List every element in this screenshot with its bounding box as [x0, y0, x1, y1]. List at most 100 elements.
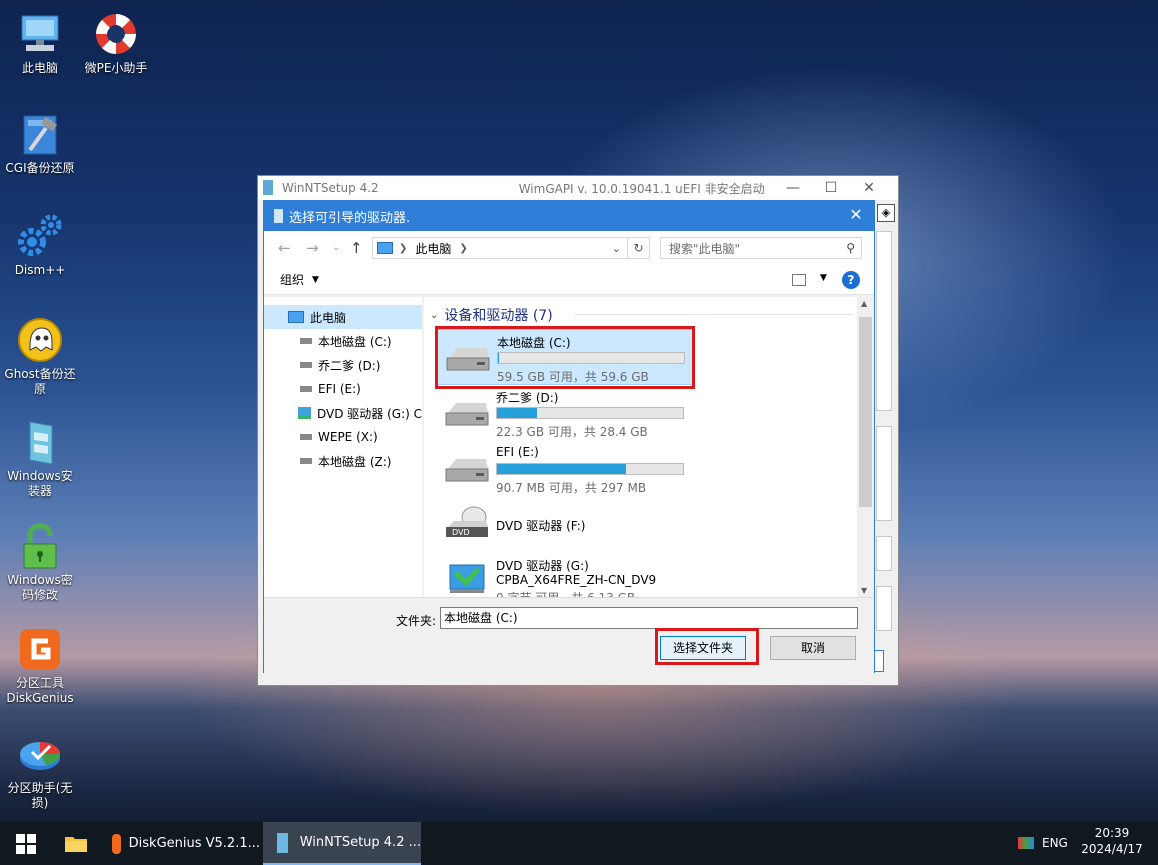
drive-icon: [300, 338, 312, 344]
drive-space-info: 22.3 GB 可用，共 28.4 GB: [496, 425, 648, 439]
desktop-icon-label: Ghost备份还原: [4, 367, 76, 396]
tree-item-drive-e[interactable]: EFI (E:): [264, 377, 422, 401]
breadcrumb-this-pc[interactable]: 此电脑: [415, 240, 451, 257]
maximize-button[interactable]: ☐: [812, 178, 850, 198]
folder-input[interactable]: 本地磁盘 (C:): [440, 607, 858, 629]
search-input[interactable]: 搜索"此电脑" ⚲: [660, 237, 862, 259]
side-panel: [876, 536, 892, 571]
view-dropdown-icon[interactable]: ▼: [820, 273, 827, 283]
task-label: WinNTSetup 4.2 ...: [299, 835, 421, 850]
drive-icon: [300, 434, 312, 440]
tree-item-label: EFI (E:): [318, 382, 361, 396]
file-explorer-button[interactable]: [52, 822, 100, 865]
scroll-down-icon[interactable]: ▼: [861, 586, 867, 595]
drive-item-c[interactable]: 本地磁盘 (C:) 59.5 GB 可用，共 59.6 GB: [436, 329, 694, 385]
minimize-button[interactable]: —: [774, 178, 812, 198]
collapse-chevron-icon: ⌄: [430, 309, 439, 321]
desktop-icon-password[interactable]: Windows密码修改: [2, 522, 78, 603]
refresh-icon[interactable]: ↻: [627, 238, 649, 258]
language-indicator[interactable]: ENG: [1042, 836, 1068, 850]
close-button[interactable]: ✕: [850, 178, 888, 198]
side-panel: [876, 586, 892, 631]
clock[interactable]: 20:39 2024/4/17: [1076, 826, 1148, 856]
group-divider: [574, 314, 854, 315]
tree-item-drive-z[interactable]: 本地磁盘 (Z:): [264, 449, 422, 473]
tree-item-drive-x[interactable]: WEPE (X:): [264, 425, 422, 449]
up-arrow-icon[interactable]: ↑: [350, 239, 363, 257]
hard-drive-icon: [445, 403, 489, 426]
dialog-titlebar: 选择可引导的驱动器.: [264, 201, 874, 231]
organize-dropdown-icon[interactable]: ▼: [312, 275, 319, 285]
drive-space-info: 90.7 MB 可用，共 297 MB: [496, 481, 647, 495]
desktop-icon-this-pc[interactable]: 此电脑: [2, 10, 78, 76]
organize-menu[interactable]: 组织: [280, 271, 304, 288]
tree-item-drive-c[interactable]: 本地磁盘 (C:): [264, 329, 422, 353]
drive-item-e[interactable]: EFI (E:) 90.7 MB 可用，共 297 MB: [436, 441, 694, 497]
drive-item-f[interactable]: DVD DVD 驱动器 (F:): [436, 497, 694, 553]
desktop-icon-cgi[interactable]: CGI备份还原: [2, 110, 78, 176]
navigation-tree: 此电脑 本地磁盘 (C:) 乔二爹 (D:) EFI (E:) DVD 驱动器 …: [264, 297, 422, 597]
tree-item-drive-g[interactable]: DVD 驱动器 (G:) C: [264, 401, 422, 425]
clock-date: 2024/4/17: [1081, 842, 1143, 856]
side-panel: [876, 231, 892, 411]
drive-name: 乔二爹 (D:): [496, 391, 559, 405]
drive-icon: [300, 362, 312, 368]
window-subtitle: WimGAPI v. 10.0.19041.1 uEFI 非安全启动: [518, 181, 765, 196]
select-drive-dialog: 选择可引导的驱动器. ✕ ← → ⌄ ↑ ❯ 此电脑 ❯ ⌄ ↻ 搜索"此电脑"…: [263, 200, 875, 673]
desktop-icon-wepe-helper[interactable]: 微PE小助手: [78, 10, 154, 76]
search-icon: ⚲: [846, 241, 855, 255]
folder-icon: [65, 837, 87, 852]
desktop-icon-dism[interactable]: Dism++: [2, 212, 78, 278]
desktop-icon-ghost[interactable]: Ghost备份还原: [2, 316, 78, 397]
dialog-close-button[interactable]: ✕: [846, 205, 866, 225]
scroll-up-icon[interactable]: ▲: [861, 299, 867, 308]
cancel-button[interactable]: 取消: [770, 636, 856, 660]
vertical-scrollbar[interactable]: ▲ ▼: [857, 297, 874, 597]
tree-item-label: 此电脑: [310, 310, 347, 325]
drive-name: 本地磁盘 (C:): [497, 336, 571, 350]
address-bar[interactable]: ❯ 此电脑 ❯ ⌄ ↻: [372, 237, 650, 259]
tree-item-this-pc[interactable]: 此电脑: [264, 305, 422, 329]
side-panel: [876, 426, 892, 521]
installer-icon: [16, 418, 64, 466]
group-header[interactable]: ⌄ 设备和驱动器 (7): [430, 305, 553, 325]
desktop-icon-label: 分区助手(无损): [7, 781, 73, 810]
desktop-icon-label: Dism++: [14, 263, 66, 277]
taskbar-item-winntsetup[interactable]: WinNTSetup 4.2 ...: [263, 822, 421, 865]
scrollbar-thumb[interactable]: [859, 317, 872, 507]
winntsetup-app-icon: [263, 180, 273, 195]
desktop-icon-windows-installer[interactable]: Windows安装器: [2, 418, 78, 499]
settings-icon[interactable]: ◈: [877, 204, 895, 222]
drive-item-d[interactable]: 乔二爹 (D:) 22.3 GB 可用，共 28.4 GB: [436, 385, 694, 441]
drive-icon: [300, 386, 312, 392]
help-icon[interactable]: ?: [842, 271, 860, 289]
lock-icon: [16, 522, 64, 570]
view-options-icon[interactable]: [792, 274, 806, 286]
search-placeholder: 搜索"此电脑": [669, 241, 741, 256]
hard-drive-icon: [446, 348, 490, 371]
address-dropdown-icon[interactable]: ⌄: [612, 242, 621, 255]
tree-item-label: 本地磁盘 (C:): [318, 334, 392, 349]
drive-icon: [300, 458, 312, 464]
taskbar-item-diskgenius[interactable]: DiskGenius V5.2.1...: [104, 822, 260, 865]
start-button[interactable]: [0, 822, 52, 865]
drive-usage-bar: [497, 352, 685, 364]
forward-arrow-icon[interactable]: →: [306, 239, 319, 257]
desktop-icon-partition-assistant[interactable]: 分区助手(无损): [2, 730, 78, 811]
drive-list: ⌄ 设备和驱动器 (7) 本地磁盘 (C:) 59.5 GB 可用，共 59.6…: [424, 297, 874, 605]
network-icon[interactable]: [1018, 837, 1034, 849]
computer-icon: [16, 10, 64, 58]
recent-chevron-icon[interactable]: ⌄: [332, 242, 340, 253]
lifebuoy-icon: [92, 10, 140, 58]
drive-usage-fill: [497, 464, 627, 474]
drive-space-info: 59.5 GB 可用，共 59.6 GB: [497, 370, 649, 384]
select-folder-button[interactable]: 选择文件夹: [660, 636, 746, 660]
drive-volume-label: CPBA_X64FRE_ZH-CN_DV9: [496, 573, 657, 587]
desktop-icon-diskgenius[interactable]: 分区工具DiskGenius: [2, 625, 78, 706]
dvd-install-drive-icon: [449, 564, 485, 593]
tree-item-drive-d[interactable]: 乔二爹 (D:): [264, 353, 422, 377]
drive-name: DVD 驱动器 (F:): [496, 519, 586, 533]
desktop-icon-label: Windows密码修改: [7, 573, 73, 602]
back-arrow-icon[interactable]: ←: [278, 239, 291, 257]
dialog-app-icon: [274, 209, 283, 223]
